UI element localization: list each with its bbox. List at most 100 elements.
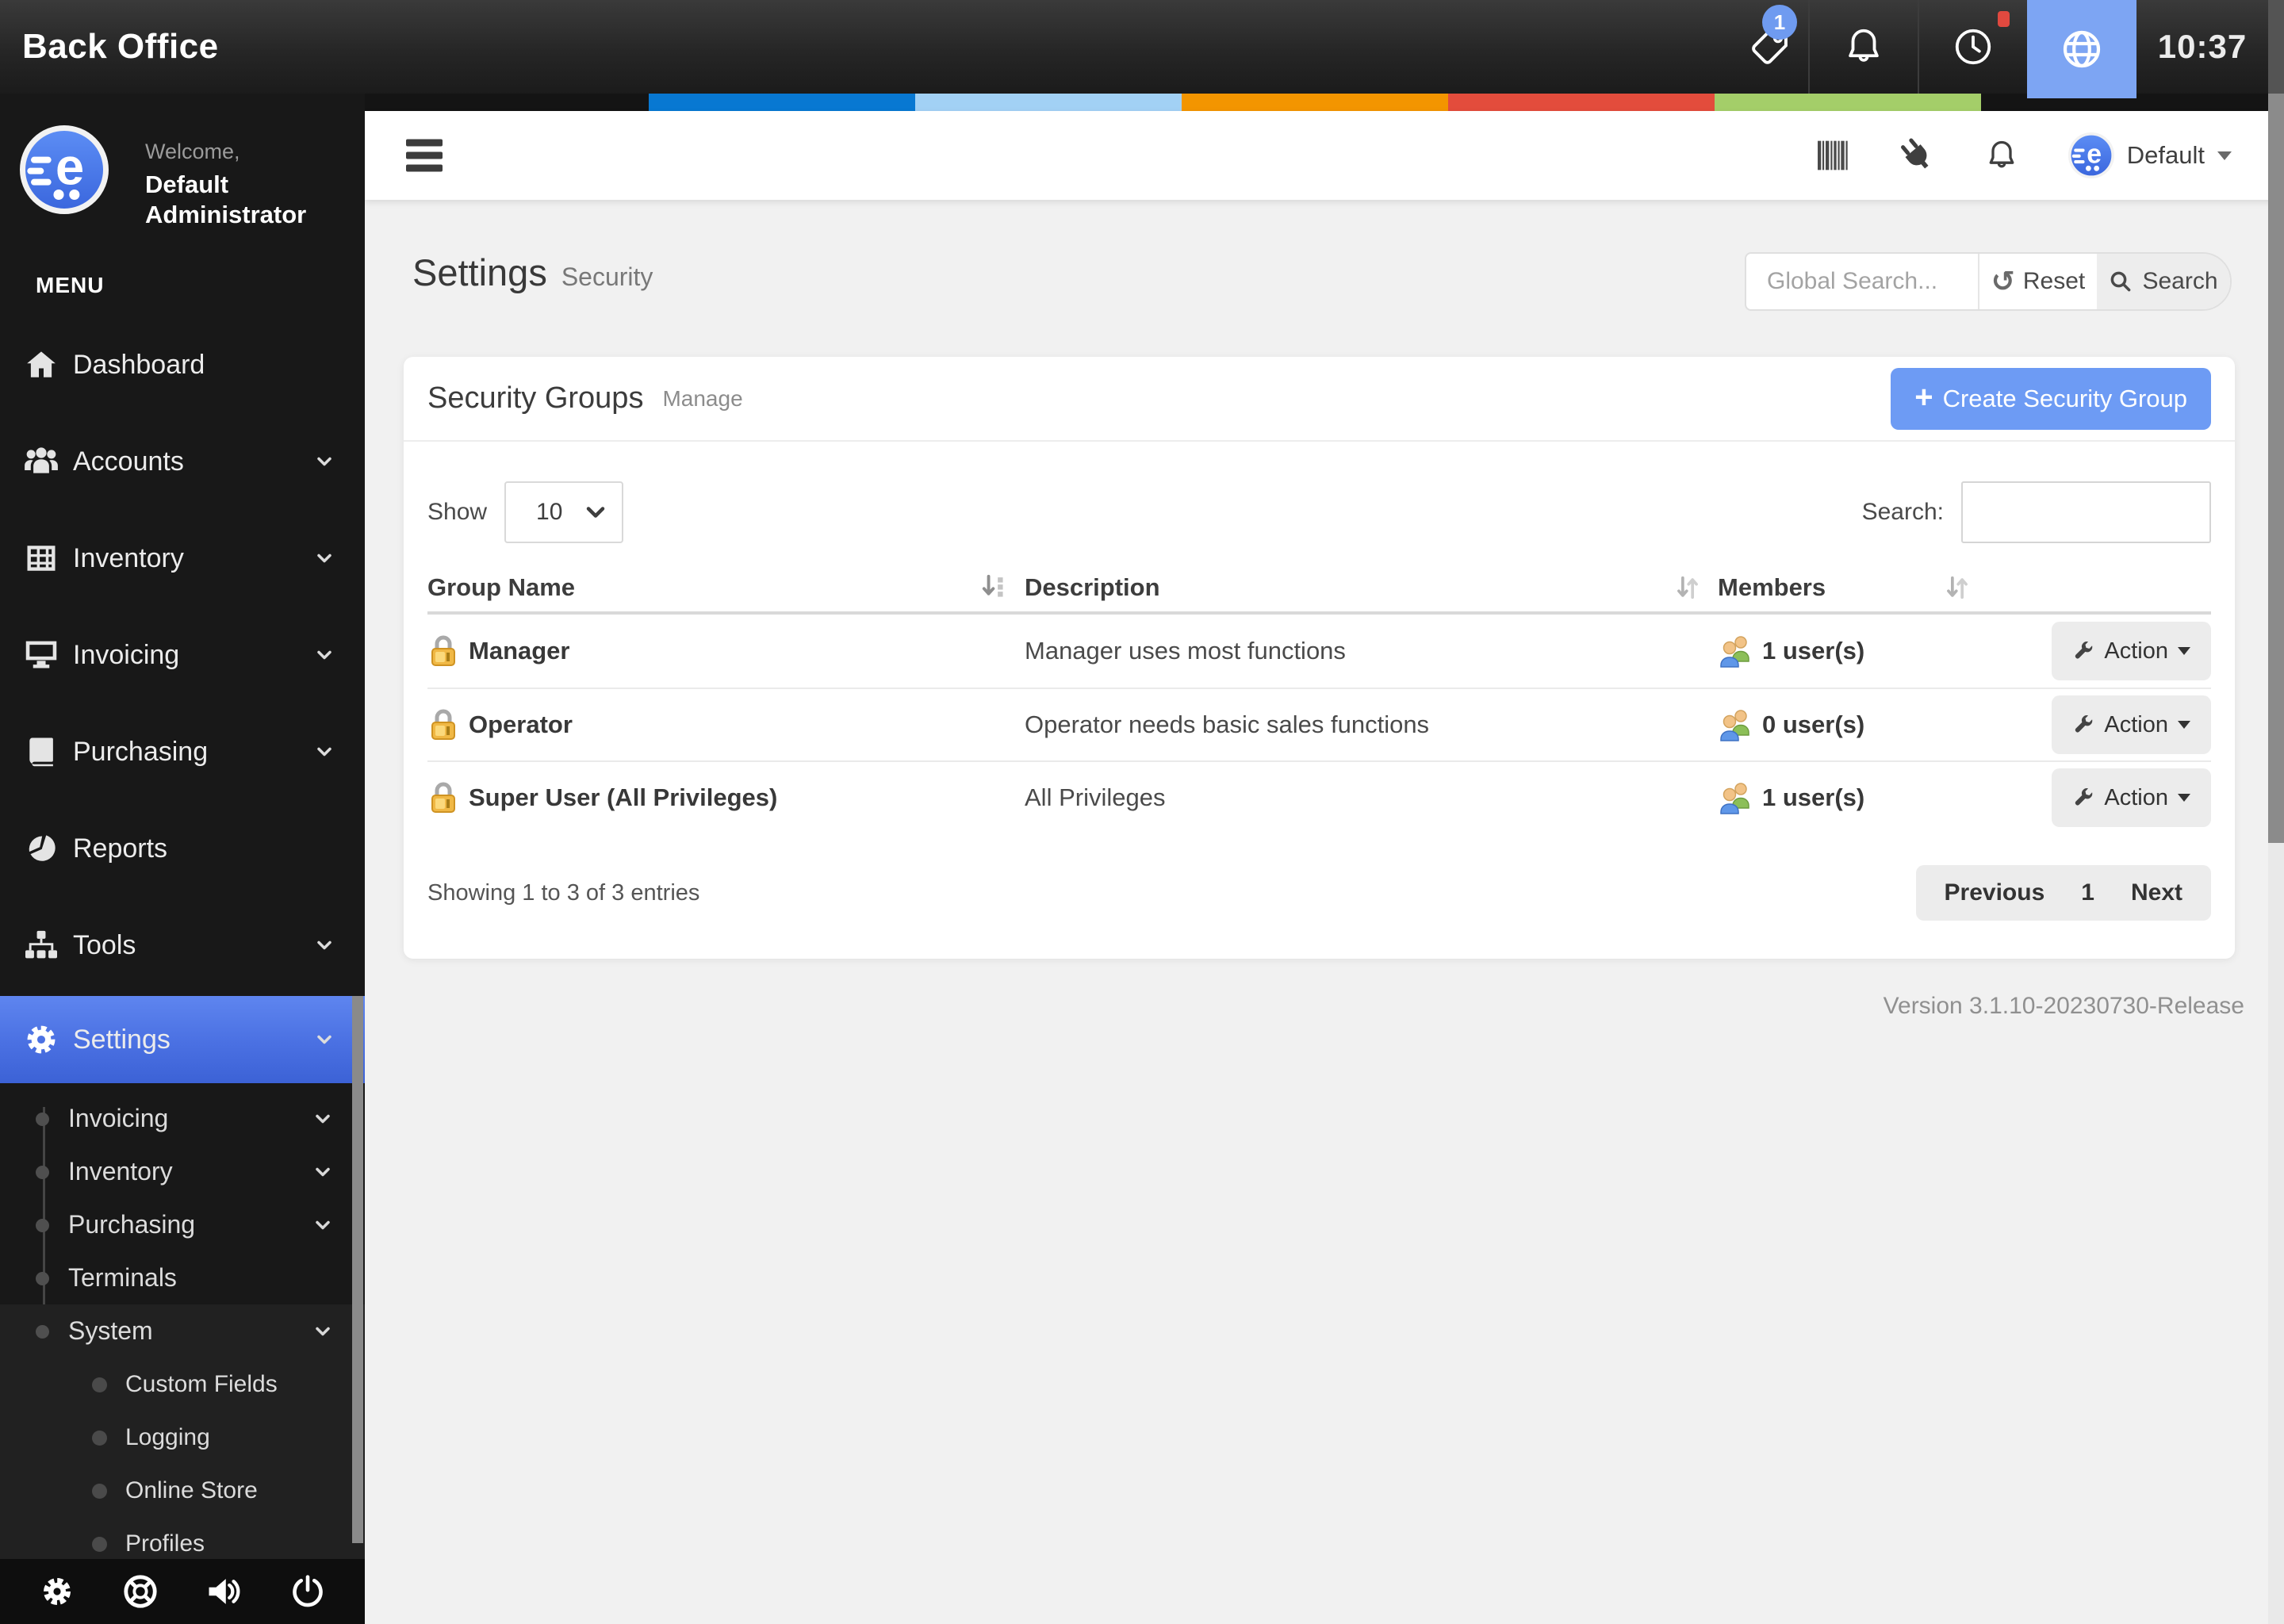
chevron-down-icon <box>316 456 333 467</box>
sidebar-subitem-invoicing[interactable]: Invoicing <box>0 1092 365 1145</box>
pagination-next[interactable]: Next <box>2131 879 2182 906</box>
members-icon <box>1720 636 1749 668</box>
show-label: Show <box>427 499 488 525</box>
table-row[interactable]: Operator Operator needs basic sales func… <box>427 688 2211 760</box>
time-clock-button[interactable] <box>1918 0 2027 94</box>
plug-icon[interactable] <box>1899 137 1935 174</box>
menu-heading: MENU <box>36 273 105 297</box>
sidebar-item-accounts[interactable]: Accounts <box>0 413 365 510</box>
sidebar-item-label: Accounts <box>73 446 184 477</box>
security-groups-card: Security Groups Manage + Create Security… <box>404 357 2235 959</box>
gear-icon <box>24 1022 59 1057</box>
reset-icon: ↺ <box>1991 265 2015 297</box>
monitor-icon <box>24 638 59 672</box>
page-size-select[interactable]: 10 <box>504 481 624 543</box>
clock-alert-dot <box>1998 11 2010 27</box>
group-name: Manager <box>469 637 570 665</box>
sidebar-item-invoicing[interactable]: Invoicing <box>0 607 365 703</box>
action-button[interactable]: Action <box>2052 695 2211 754</box>
sidebar-subitem-terminals[interactable]: Terminals <box>0 1251 365 1304</box>
subitem-label: Logging <box>125 1423 210 1450</box>
sidebar-item-inventory[interactable]: Inventory <box>0 510 365 607</box>
subitem-label: Online Store <box>125 1477 258 1503</box>
sidebar-subitem-inventory[interactable]: Inventory <box>0 1145 365 1198</box>
scrollbar-thumb-top[interactable] <box>2268 0 2284 94</box>
column-label: Group Name <box>427 573 576 601</box>
pagination-page-1[interactable]: 1 <box>2081 879 2094 906</box>
chevron-down-icon <box>585 505 606 519</box>
stripe-segment <box>1182 94 1448 111</box>
action-button[interactable]: Action <box>2052 622 2211 680</box>
settings-gear-icon[interactable] <box>40 1574 75 1609</box>
profile-menu[interactable]: Default <box>2067 132 2232 178</box>
breadcrumb: Settings Security <box>412 251 653 294</box>
page-subtitle: Security <box>561 262 653 291</box>
sidebar-subitem-custom-fields[interactable]: Custom Fields <box>0 1358 365 1411</box>
card-subtitle: Manage <box>662 385 743 411</box>
create-button-label: Create Security Group <box>1942 384 2187 412</box>
sidebar-item-label: Purchasing <box>73 736 209 767</box>
scrollbar-thumb[interactable] <box>2268 94 2284 843</box>
chevron-down-icon <box>314 1113 331 1124</box>
column-header-group-name[interactable]: Group Name <box>427 573 1025 602</box>
app-title: Back Office <box>22 27 219 66</box>
window-scrollbar[interactable] <box>2268 0 2284 1624</box>
group-name: Super User (All Privileges) <box>469 783 778 811</box>
sidebar-subitem-logging[interactable]: Logging <box>0 1411 365 1464</box>
members-count: 1 user(s) <box>1762 783 1865 811</box>
avatar <box>2067 132 2114 178</box>
sidebar-item-label: Inventory <box>73 542 184 573</box>
pie-chart-icon <box>24 832 59 865</box>
members-count: 1 user(s) <box>1762 637 1865 665</box>
sidebar-subitem-purchasing[interactable]: Purchasing <box>0 1198 365 1251</box>
search-label: Search <box>2142 268 2218 294</box>
table-search-input[interactable] <box>1961 481 2211 543</box>
global-search-button[interactable]: Search <box>2097 254 2230 309</box>
barcode-icon[interactable] <box>1817 137 1849 174</box>
caret-down-icon <box>2178 794 2190 802</box>
column-header-description[interactable]: Description <box>1025 573 1718 602</box>
lock-icon <box>431 782 455 813</box>
bell-icon[interactable] <box>1984 137 2019 174</box>
stripe-segment <box>1448 94 1715 111</box>
column-header-members[interactable]: Members <box>1718 573 1987 602</box>
sidebar-item-purchasing[interactable]: Purchasing <box>0 703 365 800</box>
sidebar: Welcome, Default Administrator MENU Dash… <box>0 94 365 1624</box>
subitem-label: Invoicing <box>68 1104 169 1132</box>
book-icon <box>24 735 59 768</box>
subitem-label: Inventory <box>68 1157 173 1185</box>
column-label: Members <box>1718 573 1826 601</box>
company-logo <box>20 125 109 214</box>
language-button[interactable] <box>2027 0 2136 98</box>
chevron-down-icon <box>314 1166 331 1178</box>
action-button[interactable]: Action <box>2052 768 2211 827</box>
sidebar-item-reports[interactable]: Reports <box>0 800 365 897</box>
caret-down-icon <box>2178 647 2190 655</box>
sidebar-scrollbar[interactable] <box>352 996 363 1543</box>
wrench-icon <box>2075 788 2093 806</box>
sidebar-item-dashboard[interactable]: Dashboard <box>0 316 365 413</box>
sidebar-subitem-online-store[interactable]: Online Store <box>0 1464 365 1517</box>
sidebar-subitem-system[interactable]: System <box>0 1304 365 1358</box>
group-description: Manager uses most functions <box>1025 637 1346 665</box>
sidebar-item-settings-active[interactable]: Settings <box>0 996 365 1083</box>
hamburger-menu-button[interactable] <box>406 134 443 178</box>
plus-icon: + <box>1914 379 1933 415</box>
volume-icon[interactable] <box>206 1575 243 1608</box>
chevron-down-icon <box>316 1034 333 1045</box>
table-row[interactable]: Manager Manager uses most functions 1 us… <box>427 615 2211 688</box>
promotions-button[interactable]: 1 <box>1732 0 1808 94</box>
search-icon <box>2111 271 2131 292</box>
subitem-label: Terminals <box>68 1263 177 1292</box>
help-lifering-icon[interactable] <box>122 1573 159 1610</box>
global-search-input[interactable] <box>1746 254 1978 309</box>
create-security-group-button[interactable]: + Create Security Group <box>1891 367 2211 430</box>
reset-button[interactable]: ↺ Reset <box>1978 254 2097 309</box>
pagination-previous[interactable]: Previous <box>1945 879 2045 906</box>
power-icon[interactable] <box>290 1574 325 1609</box>
user-name: Default Administrator <box>145 170 307 228</box>
sidebar-item-tools[interactable]: Tools <box>0 897 365 994</box>
clock-time: 10:37 <box>2157 28 2248 65</box>
notifications-button[interactable] <box>1808 0 1918 94</box>
table-row[interactable]: Super User (All Privileges) All Privileg… <box>427 760 2211 833</box>
